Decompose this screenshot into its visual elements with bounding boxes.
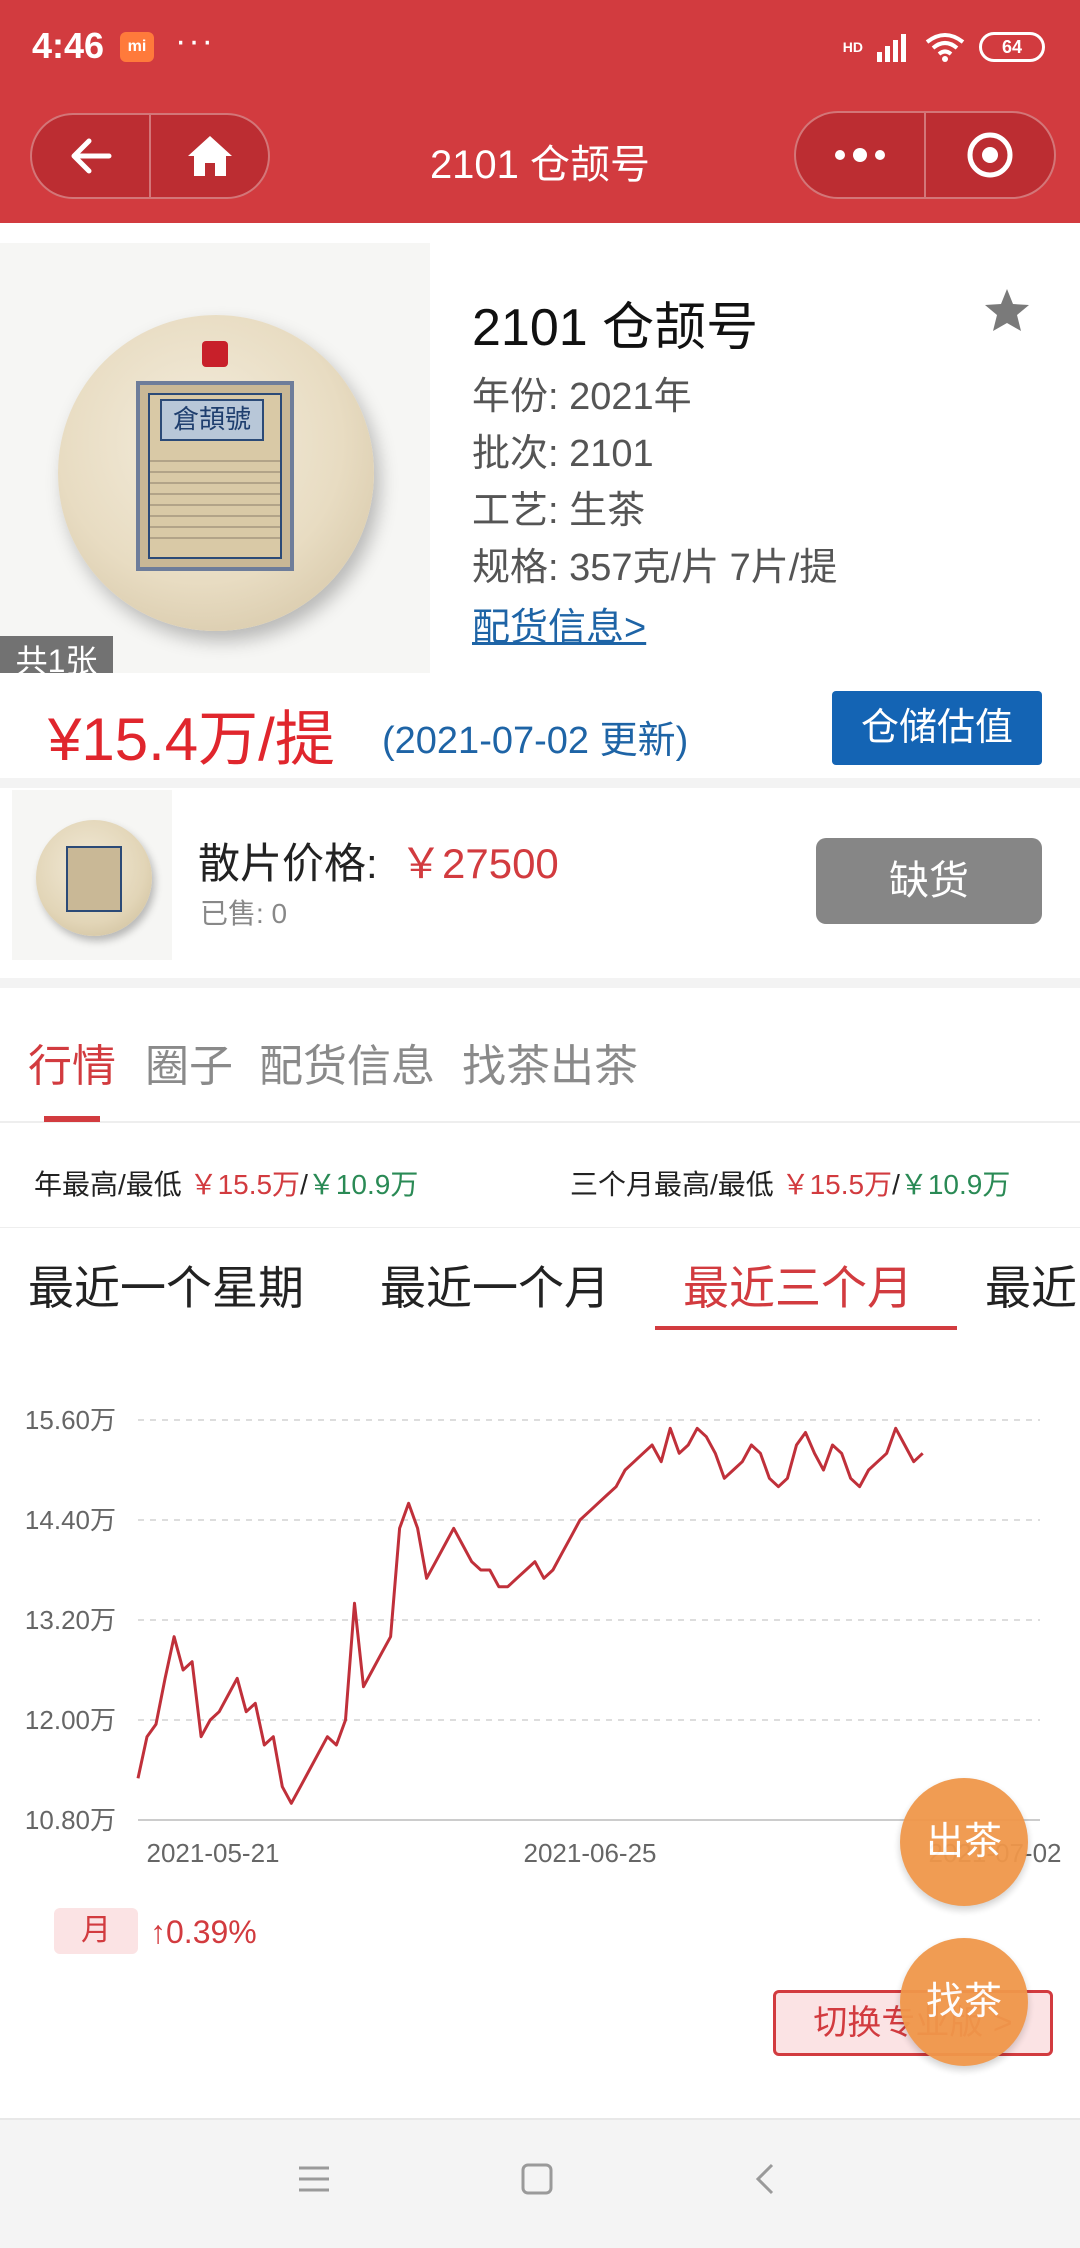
notification-dots: ···	[175, 22, 215, 60]
year-low: ￥10.9万	[307, 1169, 419, 1200]
divider	[0, 978, 1080, 988]
x-tick-label: 2021-06-25	[524, 1838, 657, 1868]
attr-batch: 批次: 2101	[472, 433, 654, 475]
cake-name: 倉頡號	[160, 399, 264, 441]
year-high: ￥15.5万	[189, 1169, 301, 1200]
out-of-stock-button[interactable]: 缺货	[816, 838, 1042, 924]
loose-thumbnail	[12, 790, 172, 960]
storage-valuation-button[interactable]: 仓储估值	[832, 691, 1042, 765]
attr-spec: 规格: 357克/片 7片/提	[472, 547, 838, 589]
attr-year: 年份: 2021年	[472, 376, 692, 418]
status-bar: 4:46 mi ··· HD 64	[0, 0, 1080, 95]
attr-process: 工艺: 生茶	[472, 490, 646, 532]
find-tea-button[interactable]: 找茶	[900, 1938, 1028, 2066]
period-month[interactable]: 最近一个月	[380, 1252, 610, 1318]
year-label: 年最高/最低	[34, 1169, 182, 1200]
close-miniapp-button[interactable]	[924, 113, 1054, 197]
more-dots-icon	[835, 148, 885, 162]
quarter-high: ￥15.5万	[781, 1169, 893, 1200]
sell-tea-button[interactable]: 出茶	[900, 1778, 1028, 1906]
clock: 4:46	[32, 25, 105, 66]
battery-icon: 64	[979, 32, 1045, 62]
period-three-months[interactable]: 最近三个月	[683, 1252, 913, 1318]
y-tick-label: 12.00万	[25, 1705, 116, 1735]
period-tag: 月	[54, 1908, 138, 1954]
price-update-date: (2021-07-02 更新)	[382, 720, 689, 762]
year-high-low: 年最高/最低 ￥15.5万/￥10.9万	[34, 1169, 419, 1200]
price-row: ¥15.4万/提 (2021-07-02 更新) 仓储估值	[0, 673, 1080, 783]
tab-circle[interactable]: 圈子	[145, 1030, 233, 1094]
brand-logo-icon	[202, 341, 228, 367]
sold-count: 已售: 0	[200, 898, 288, 929]
change-percent: ↑0.39%	[150, 1914, 257, 1950]
product-header: 倉頡號 共1张 2101 仓颉号 年份: 2021年 批次: 2101 工艺: …	[0, 223, 1080, 693]
mi-app-icon: mi	[120, 32, 154, 62]
menu-icon[interactable]	[297, 2162, 331, 2196]
target-icon	[967, 132, 1013, 178]
price-stats: 年最高/最低 ￥15.5万/￥10.9万 三个月最高/最低 ￥15.5万/￥10…	[0, 1133, 1080, 1229]
price-series-line	[136, 1426, 924, 1805]
cake-text-lines	[150, 451, 280, 541]
period-tabs: 最近一个星期 最近一个月 最近三个月 最近	[0, 1228, 1080, 1336]
active-period-indicator	[655, 1326, 957, 1330]
status-icons: HD 64	[843, 25, 1045, 69]
home-square-icon[interactable]	[520, 2162, 554, 2196]
quarter-low: ￥10.9万	[899, 1169, 1011, 1200]
more-button[interactable]	[796, 113, 924, 197]
nav-bar: 2101 仓颉号	[0, 95, 1080, 223]
divider	[0, 778, 1080, 788]
tab-bar: 行情 圈子 配货信息 找茶出茶	[0, 988, 1080, 1123]
loose-price-card: 散片价格: ￥27500 已售: 0 缺货	[0, 790, 1080, 978]
tea-cake-thumbnail	[36, 820, 152, 936]
product-image[interactable]: 倉頡號 共1张	[0, 243, 430, 693]
quarter-label: 三个月最高/最低	[570, 1169, 774, 1200]
period-more[interactable]: 最近	[985, 1252, 1077, 1318]
cake-wrapper-label: 倉頡號	[136, 381, 294, 571]
signal-icon	[877, 34, 906, 62]
x-tick-label: 2021-05-21	[147, 1838, 280, 1868]
loose-price-value: ￥27500	[400, 840, 559, 887]
product-name: 2101 仓颉号	[472, 299, 759, 357]
allocation-info-link[interactable]: 配货信息>	[472, 596, 646, 651]
price: ¥15.4万/提	[48, 706, 335, 773]
tab-market[interactable]: 行情	[28, 1030, 116, 1094]
hd-label: HD	[842, 39, 863, 55]
y-tick-label: 14.40万	[25, 1505, 116, 1535]
y-tick-label: 15.60万	[25, 1405, 116, 1435]
period-week[interactable]: 最近一个星期	[28, 1252, 304, 1318]
wifi-icon	[925, 33, 965, 62]
tab-find-tea[interactable]: 找茶出茶	[462, 1030, 638, 1094]
active-tab-indicator	[44, 1116, 100, 1122]
y-tick-label: 13.20万	[25, 1605, 116, 1635]
star-icon[interactable]	[982, 287, 1032, 335]
nav-right-capsule	[794, 111, 1056, 199]
tea-cake-image: 倉頡號	[58, 315, 374, 631]
y-tick-label: 10.80万	[25, 1805, 116, 1835]
back-chevron-icon[interactable]	[748, 2162, 782, 2196]
tab-allocation[interactable]: 配货信息	[259, 1030, 435, 1094]
system-nav-bar	[0, 2118, 1080, 2248]
quarter-high-low: 三个月最高/最低 ￥15.5万/￥10.9万	[570, 1169, 1011, 1200]
loose-price-label: 散片价格:	[198, 840, 378, 887]
